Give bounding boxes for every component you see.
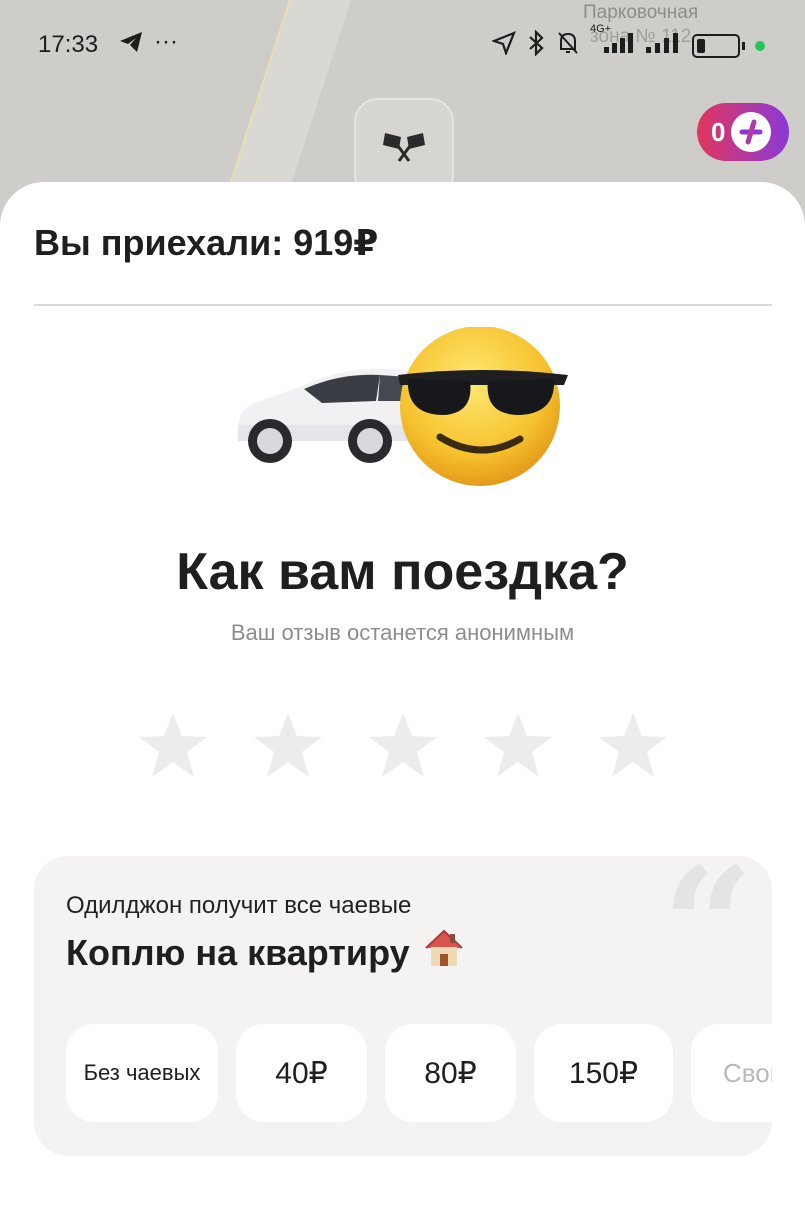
plus-points-count: 0 <box>711 116 726 147</box>
tip-option-none[interactable]: Без чаевых <box>66 1024 218 1122</box>
divider <box>34 304 772 306</box>
battery-icon <box>692 34 740 58</box>
star-1-icon[interactable] <box>137 710 209 782</box>
trip-complete-sheet: Вы приехали: 919₽ Как вам поездка? Ваш о… <box>0 182 805 1222</box>
privacy-indicator-dot <box>755 41 765 51</box>
tip-recipient-note: Одилджон получит все чаевые <box>66 892 412 919</box>
location-icon <box>490 31 516 61</box>
battery-tip <box>742 42 745 50</box>
tip-option-80[interactable]: 80₽ <box>385 1024 516 1122</box>
status-bar: 17:33 ··· 4G+ <box>0 0 805 90</box>
signal-icon-2 <box>644 31 682 61</box>
car-emoji-illustration <box>230 326 570 497</box>
trip-price-title: Вы приехали: 919₽ <box>34 222 379 263</box>
star-3-icon[interactable] <box>367 710 439 782</box>
tip-option-150[interactable]: 150₽ <box>534 1024 673 1122</box>
tip-card: “ Одилджон получит все чаевые Коплю на к… <box>34 856 772 1156</box>
tip-option-custom[interactable]: Свою <box>691 1024 772 1122</box>
star-2-icon[interactable] <box>252 710 324 782</box>
plus-icon <box>731 112 772 152</box>
tip-options: Без чаевых 40₽ 80₽ 150₽ Свою <box>66 1024 772 1122</box>
plus-points-badge[interactable]: 0 <box>697 103 789 161</box>
driver-goal: Коплю на квартиру <box>66 926 466 979</box>
house-icon <box>422 926 466 979</box>
quote-mark-icon: “ <box>661 856 754 1020</box>
driver-goal-text: Коплю на квартиру <box>66 931 410 973</box>
status-time: 17:33 <box>38 31 99 58</box>
network-type: 4G+ <box>590 23 612 35</box>
star-4-icon[interactable] <box>482 710 554 782</box>
rating-question: Как вам поездка? <box>176 543 629 601</box>
mute-bell-icon <box>556 30 580 62</box>
star-5-icon[interactable] <box>597 710 669 782</box>
checkered-flags-icon <box>379 129 429 168</box>
star-rating <box>137 710 669 782</box>
rating-subtitle: Ваш отзыв останется анонимным <box>230 620 575 645</box>
tip-option-40[interactable]: 40₽ <box>236 1024 367 1122</box>
bluetooth-icon <box>526 29 546 62</box>
telegram-icon <box>118 30 144 61</box>
status-icons: 4G+ <box>490 23 765 62</box>
more-icon: ··· <box>154 28 178 55</box>
car-with-sunglasses-emoji-icon <box>237 326 568 486</box>
signal-icon: 4G+ <box>590 23 634 61</box>
